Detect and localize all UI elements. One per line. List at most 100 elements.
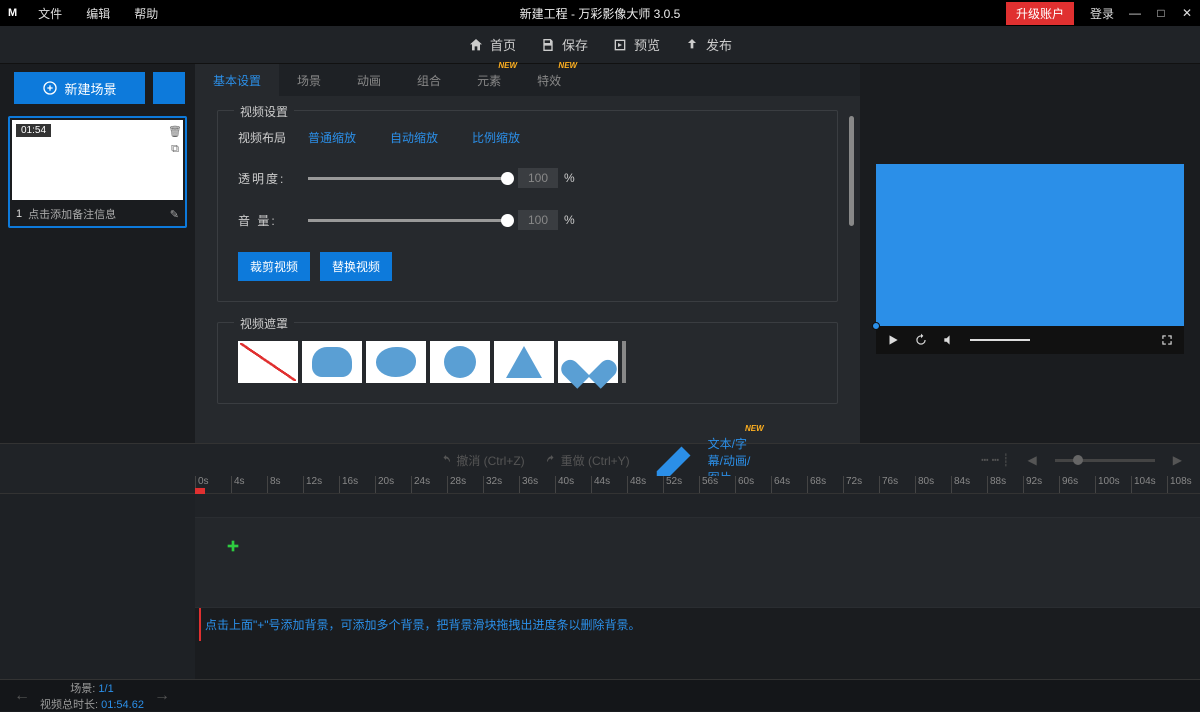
ruler-tick: 92s <box>1023 476 1059 493</box>
ruler-tick: 32s <box>483 476 519 493</box>
undo-button[interactable]: 撤消 (Ctrl+Z) <box>440 452 524 469</box>
slider-thumb[interactable] <box>501 214 514 227</box>
volume-value[interactable]: 100 <box>518 210 558 230</box>
mask-blob[interactable] <box>366 341 426 383</box>
scene-note[interactable]: 点击添加备注信息 <box>28 206 164 222</box>
next-scene-arrow[interactable]: → <box>154 687 170 705</box>
menu-edit[interactable]: 编辑 <box>76 1 120 26</box>
mask-circle[interactable] <box>430 341 490 383</box>
zoom-thumb[interactable] <box>1073 455 1083 465</box>
sort-icon <box>162 81 176 95</box>
menu-file[interactable]: 文件 <box>28 1 72 26</box>
ruler-tick: 100s <box>1095 476 1131 493</box>
delete-scene-icon[interactable]: 🗑 <box>168 124 182 138</box>
prev-scene-arrow[interactable]: ← <box>14 687 30 705</box>
layout-auto[interactable]: 自动缩放 <box>390 129 438 146</box>
mask-heart[interactable] <box>558 341 618 383</box>
loop-icon[interactable] <box>914 333 928 347</box>
slider-thumb[interactable] <box>501 172 514 185</box>
minimize-button[interactable]: — <box>1122 0 1148 26</box>
ruler-tick: 8s <box>267 476 303 493</box>
home-button[interactable]: 首页 <box>468 35 516 54</box>
ruler-tick: 48s <box>627 476 663 493</box>
ruler-tick: 16s <box>339 476 375 493</box>
close-button[interactable]: ✕ <box>1174 0 1200 26</box>
total-duration-label: 视频总时长: 01:54.62 <box>40 699 144 711</box>
new-scene-button[interactable]: 新建场景 <box>14 72 145 104</box>
ruler-tick: 40s <box>555 476 591 493</box>
statusbar: ← 场景: 1/1 视频总时长: 01:54.62 → <box>0 679 1200 711</box>
ruler-tick: 88s <box>987 476 1023 493</box>
redo-icon <box>545 454 557 466</box>
tab-scene[interactable]: 场景 <box>279 64 339 96</box>
opacity-label: 透明度: <box>238 170 308 187</box>
tl-tool-a[interactable]: ┅ ┅ ┊ <box>981 453 1009 467</box>
upload-icon <box>684 37 700 53</box>
settings-body: 视频设置 视频布局 普通缩放 自动缩放 比例缩放 透明度: 100 % <box>195 96 860 474</box>
layout-ratio[interactable]: 比例缩放 <box>472 129 520 146</box>
ruler-tick: 24s <box>411 476 447 493</box>
timeline-ruler[interactable]: 0s4s8s12s16s20s24s28s32s36s40s44s48s52s5… <box>0 476 1200 494</box>
mask-triangle[interactable] <box>494 341 554 383</box>
play-icon[interactable] <box>886 333 900 347</box>
tab-basic[interactable]: 基本设置 <box>195 64 279 96</box>
ruler-tick: 64s <box>771 476 807 493</box>
zoom-slider[interactable] <box>1055 459 1155 462</box>
volume-slider[interactable] <box>308 219 508 222</box>
volume-track[interactable] <box>970 339 1030 341</box>
timeline-track-empty[interactable] <box>195 641 1200 681</box>
login-button[interactable]: 登录 <box>1082 5 1122 22</box>
ruler-tick: 104s <box>1131 476 1167 493</box>
layout-normal[interactable]: 普通缩放 <box>308 129 356 146</box>
timeline: 撤消 (Ctrl+Z) 重做 (Ctrl+Y) 文本/字幕/动画/图片 NEW … <box>0 443 1200 679</box>
upgrade-button[interactable]: 升级账户 <box>1006 2 1074 25</box>
fullscreen-icon[interactable] <box>1160 333 1174 347</box>
tl-zoom-out[interactable]: ◀ <box>1028 453 1037 467</box>
timeline-toolbar: 撤消 (Ctrl+Z) 重做 (Ctrl+Y) 文本/字幕/动画/图片 NEW … <box>0 444 1200 476</box>
tab-anim[interactable]: 动画 <box>339 64 399 96</box>
video-settings-legend: 视频设置 <box>234 103 294 120</box>
publish-button[interactable]: 发布 <box>684 35 732 54</box>
ruler-tick: 4s <box>231 476 267 493</box>
redo-button[interactable]: 重做 (Ctrl+Y) <box>545 452 630 469</box>
opacity-slider[interactable] <box>308 177 508 180</box>
mask-cloud[interactable] <box>302 341 362 383</box>
menu-help[interactable]: 帮助 <box>124 1 168 26</box>
tab-element[interactable]: 元素NEW <box>459 64 519 96</box>
plus-icon <box>225 538 241 554</box>
volume-icon[interactable] <box>942 333 956 347</box>
preview-button[interactable]: 预览 <box>612 35 660 54</box>
maximize-button[interactable]: □ <box>1148 0 1174 26</box>
ruler-tick: 44s <box>591 476 627 493</box>
new-badge: NEW <box>498 61 517 70</box>
opacity-unit: % <box>564 171 575 185</box>
tab-fx[interactable]: 特效NEW <box>519 64 579 96</box>
timeline-track-video[interactable] <box>195 518 1200 608</box>
timeline-track-header[interactable] <box>195 494 1200 518</box>
plus-circle-icon <box>42 80 58 96</box>
scrollbar[interactable] <box>849 116 854 226</box>
replace-video-button[interactable]: 替换视频 <box>320 252 392 281</box>
save-button[interactable]: 保存 <box>540 35 588 54</box>
copy-scene-icon[interactable]: ⧉ <box>168 142 182 156</box>
ruler-tick: 108s <box>1167 476 1200 493</box>
home-icon <box>468 37 484 53</box>
video-preview[interactable] <box>876 164 1184 326</box>
scene-sort-button[interactable] <box>153 72 185 104</box>
scene-item[interactable]: 01:54 1 点击添加备注信息 ✎ <box>8 116 187 228</box>
scene-thumbnail[interactable]: 01:54 <box>12 120 183 200</box>
mask-scroll-indicator[interactable] <box>622 341 626 383</box>
add-background-button[interactable] <box>225 538 241 554</box>
scene-duration: 01:54 <box>16 124 51 137</box>
preview-playhead[interactable] <box>872 322 880 330</box>
edit-note-icon[interactable]: ✎ <box>170 208 179 221</box>
ruler-tick: 80s <box>915 476 951 493</box>
crop-video-button[interactable]: 裁剪视频 <box>238 252 310 281</box>
scene-index: 1 <box>16 208 22 220</box>
video-mask-legend: 视频遮罩 <box>234 315 294 332</box>
titlebar: M 文件 编辑 帮助 新建工程 - 万彩影像大师 3.0.5 升级账户 登录 —… <box>0 0 1200 26</box>
tab-combo[interactable]: 组合 <box>399 64 459 96</box>
tl-zoom-in[interactable]: ▶ <box>1173 453 1182 467</box>
opacity-value[interactable]: 100 <box>518 168 558 188</box>
mask-none[interactable] <box>238 341 298 383</box>
